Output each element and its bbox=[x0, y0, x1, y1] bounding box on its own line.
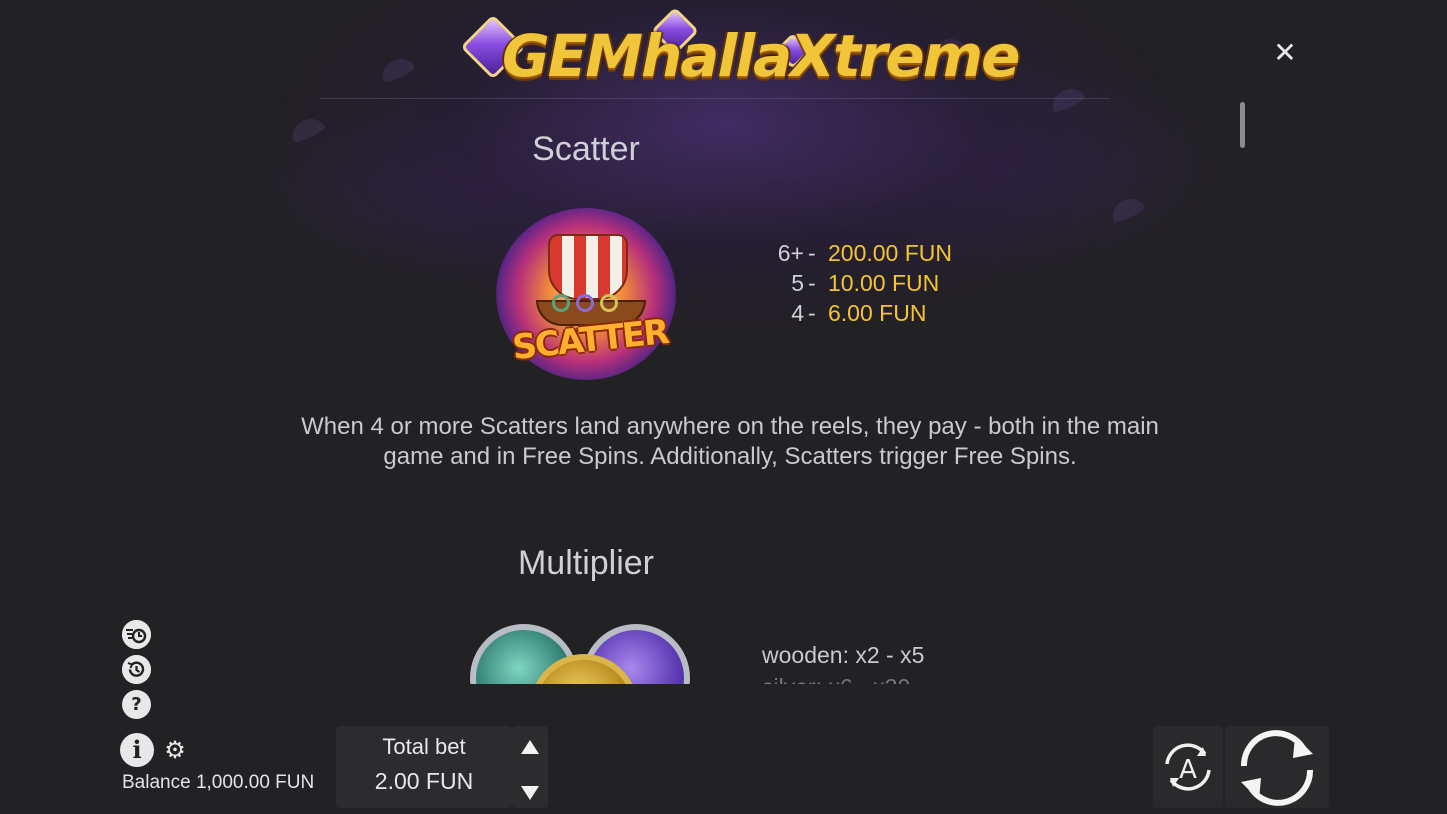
multiplier-line: wooden: x2 - x5 bbox=[762, 642, 925, 668]
pay-count: 6+ bbox=[777, 239, 804, 266]
spin-button[interactable] bbox=[1225, 726, 1329, 808]
total-bet-panel: Total bet 2.00 FUN bbox=[336, 726, 512, 808]
pay-value: 6.00 FUN bbox=[828, 299, 927, 326]
paytable-content: Scatter SCATTER 6+ - 200.00 FUN 5 - 10.0… bbox=[240, 100, 1220, 684]
coin-icon bbox=[552, 294, 570, 312]
logo-text: GEMhallaXtreme bbox=[502, 22, 1020, 90]
ship-sail bbox=[548, 234, 628, 300]
turbo-icon[interactable] bbox=[122, 620, 151, 649]
total-bet-value: 2.00 FUN bbox=[374, 768, 474, 794]
multiplier-line: silver: x6 - x20 bbox=[762, 674, 910, 684]
spin-icon bbox=[1240, 730, 1314, 806]
scrollbar[interactable] bbox=[1240, 102, 1245, 148]
pay-dash: - bbox=[808, 269, 816, 296]
multiplier-symbol bbox=[470, 624, 694, 684]
scatter-title: Scatter bbox=[532, 130, 640, 168]
balance-display: Balance 1,000.00 FUN bbox=[122, 772, 315, 793]
pay-dash: - bbox=[808, 239, 816, 266]
history-icon bbox=[122, 655, 151, 684]
bet-stepper bbox=[512, 726, 548, 808]
scatter-description: When 4 or more Scatters land anywhere on… bbox=[301, 413, 1159, 470]
autoplay-icon: A bbox=[1165, 743, 1211, 791]
pay-row: 6+ - 200.00 FUN bbox=[758, 238, 1018, 268]
pay-value: 10.00 FUN bbox=[828, 269, 940, 296]
game-logo: GEMhallaXtreme bbox=[460, 6, 1020, 94]
bet-increase-button[interactable] bbox=[521, 740, 539, 754]
coin-icon bbox=[576, 294, 594, 312]
turbo-icon bbox=[122, 620, 151, 649]
close-icon[interactable]: ✕ bbox=[1270, 38, 1300, 68]
pay-count: 4 bbox=[791, 299, 804, 326]
pay-dash: - bbox=[808, 299, 816, 326]
leaf-decoration bbox=[377, 53, 417, 85]
bet-decrease-button[interactable] bbox=[521, 786, 539, 800]
pay-row: 4 - 6.00 FUN bbox=[758, 298, 1018, 328]
info-icon[interactable]: i bbox=[120, 733, 154, 767]
help-icon[interactable]: ? bbox=[122, 690, 151, 719]
scatter-symbol: SCATTER bbox=[496, 208, 676, 380]
multiplier-title: Multiplier bbox=[517, 544, 655, 582]
coin-icon bbox=[600, 294, 618, 312]
header-divider bbox=[320, 98, 1110, 99]
pay-row: 5 - 10.00 FUN bbox=[758, 268, 1018, 298]
pay-value: 200.00 FUN bbox=[828, 239, 953, 266]
scatter-paytable: 6+ - 200.00 FUN 5 - 10.00 FUN 4 - 6.00 F… bbox=[758, 238, 1018, 328]
autoplay-label: A bbox=[1179, 755, 1197, 785]
pay-count: 5 bbox=[791, 269, 804, 296]
autoplay-button[interactable]: A bbox=[1153, 726, 1223, 808]
settings-icon[interactable]: ⚙ bbox=[162, 737, 188, 763]
total-bet-label: Total bet bbox=[382, 734, 466, 759]
history-icon[interactable] bbox=[122, 655, 151, 684]
